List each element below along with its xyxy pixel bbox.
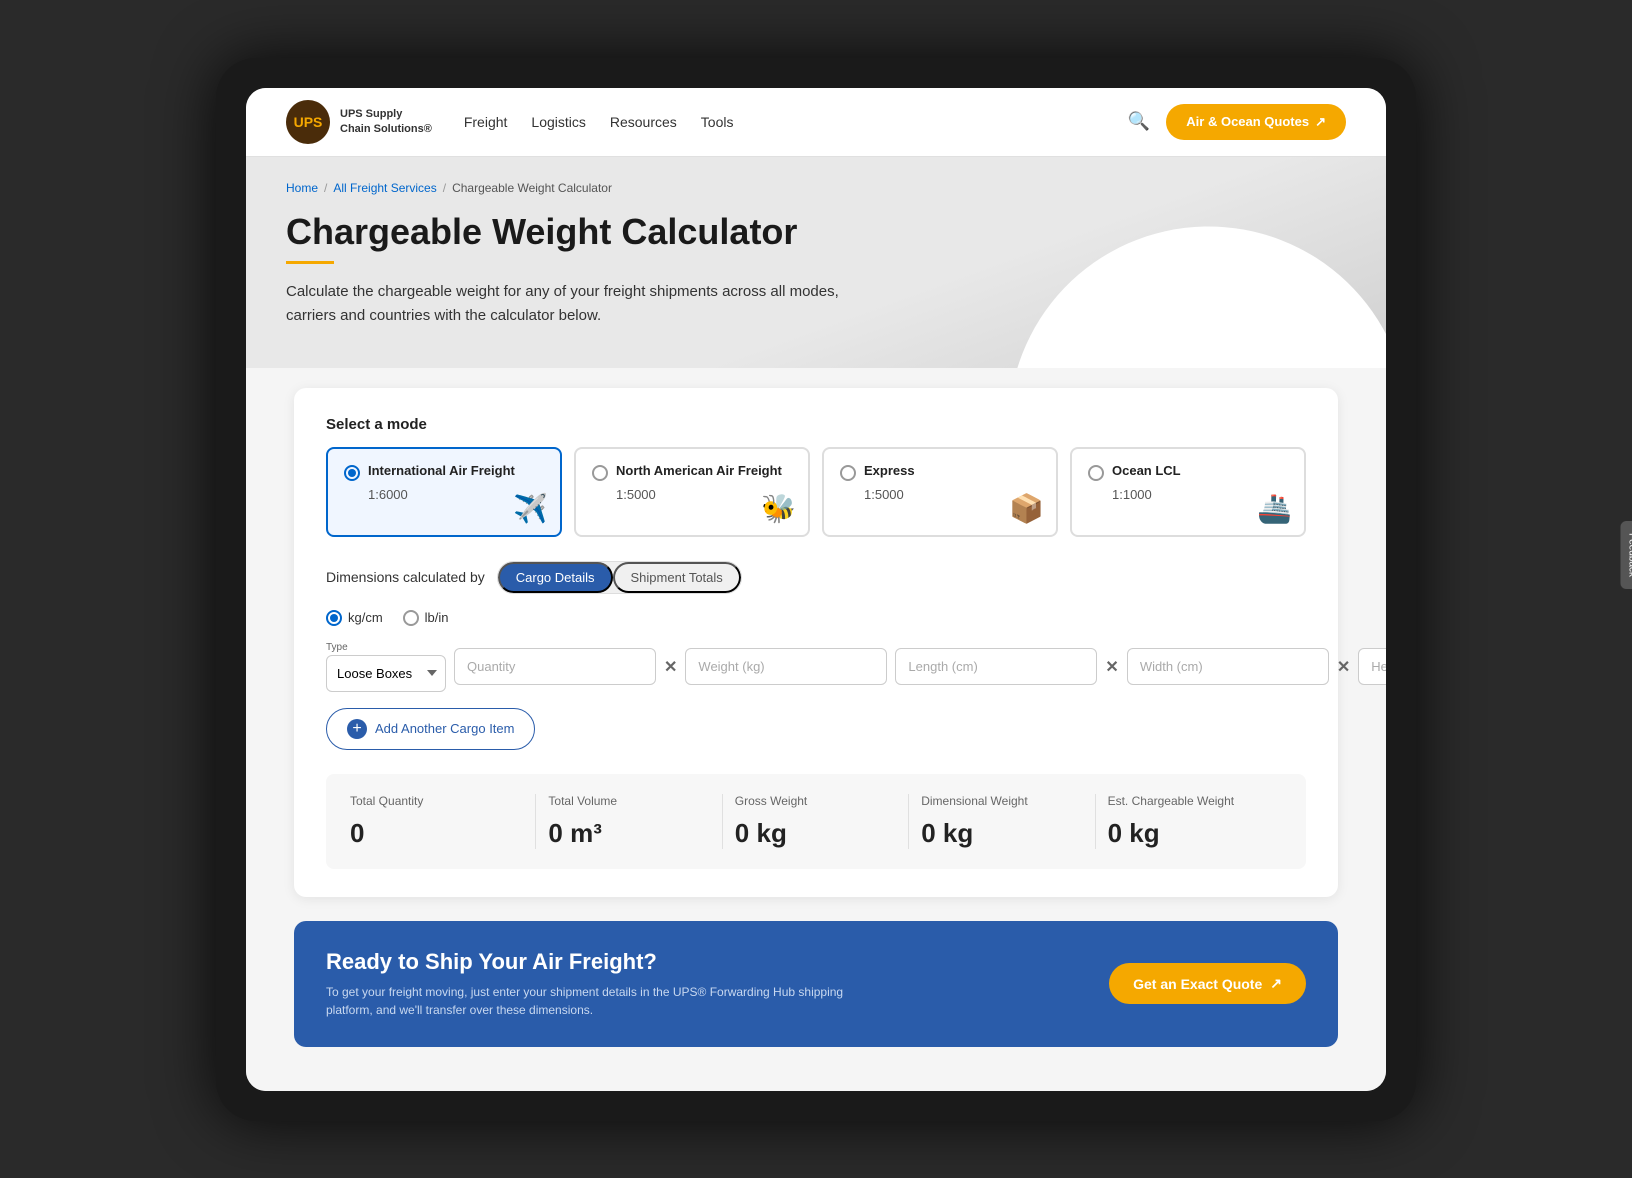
hero-description: Calculate the chargeable weight for any … xyxy=(286,280,846,328)
unit-radio-lbin xyxy=(403,610,419,626)
nav-links: Freight Logistics Resources Tools xyxy=(464,114,734,130)
ship-icon: 🚢 xyxy=(1257,492,1292,525)
breadcrumb-all-freight[interactable]: All Freight Services xyxy=(333,181,436,195)
unit-radio-kgcm xyxy=(326,610,342,626)
plane-icon: ✈️ xyxy=(513,492,548,525)
mode-card-express[interactable]: Express 1:5000 📦 xyxy=(822,447,1058,537)
total-volume-cell: Total Volume 0 m³ xyxy=(536,794,722,849)
dimensions-label: Dimensions calculated by xyxy=(326,569,485,585)
screen: UPS UPS Supply Chain Solutions® Freight … xyxy=(246,88,1386,1091)
bottom-spacer xyxy=(270,1071,1362,1091)
type-select-wrapper: Type Loose Boxes Pallets Crates xyxy=(326,642,446,692)
quantity-input[interactable] xyxy=(454,648,656,685)
cta-banner: Ready to Ship Your Air Freight? To get y… xyxy=(294,921,1338,1047)
gross-weight-value: 0 kg xyxy=(735,818,896,849)
chargeable-weight-value: 0 kg xyxy=(1108,818,1270,849)
mode-cards: International Air Freight 1:6000 ✈️ Nort… xyxy=(326,447,1306,537)
cta-banner-text: Ready to Ship Your Air Freight? To get y… xyxy=(326,949,846,1019)
device-frame: UPS UPS Supply Chain Solutions® Freight … xyxy=(216,58,1416,1121)
breadcrumb-current: Chargeable Weight Calculator xyxy=(452,181,612,195)
type-dropdown[interactable]: Loose Boxes Pallets Crates xyxy=(326,655,446,692)
unit-row: kg/cm lb/in xyxy=(326,610,1306,626)
navbar-left: UPS UPS Supply Chain Solutions® Freight … xyxy=(286,100,733,144)
express-icon: 📦 xyxy=(1009,492,1044,525)
bee-icon-na: 🐝 xyxy=(761,492,796,525)
chargeable-weight-header: Est. Chargeable Weight xyxy=(1108,794,1270,808)
total-volume-header: Total Volume xyxy=(548,794,709,808)
weight-input[interactable] xyxy=(685,648,887,685)
nav-link-resources[interactable]: Resources xyxy=(610,114,677,130)
dimensions-toggle-group: Cargo Details Shipment Totals xyxy=(497,561,742,594)
type-label: Type xyxy=(326,642,446,653)
navbar-right: 🔍 Air & Ocean Quotes ↗ xyxy=(1128,104,1346,140)
logo-text: UPS Supply Chain Solutions® xyxy=(340,107,432,136)
mode-section-label: Select a mode xyxy=(326,416,1306,433)
hero-section: Home / All Freight Services / Chargeable… xyxy=(246,157,1386,368)
multiply-x-1: ✕ xyxy=(664,657,677,677)
external-link-icon: ↗ xyxy=(1315,114,1326,130)
toggle-cargo-details[interactable]: Cargo Details xyxy=(498,562,613,593)
add-circle-icon: + xyxy=(347,719,367,739)
toggle-shipment-totals[interactable]: Shipment Totals xyxy=(613,562,741,593)
unit-lbin[interactable]: lb/in xyxy=(403,610,449,626)
search-button[interactable]: 🔍 xyxy=(1128,111,1150,132)
total-quantity-header: Total Quantity xyxy=(350,794,523,808)
ups-logo: UPS xyxy=(286,100,330,144)
feedback-tab[interactable]: Feedback xyxy=(1621,521,1632,589)
gross-weight-cell: Gross Weight 0 kg xyxy=(723,794,909,849)
mode-card-ocean-lcl[interactable]: Ocean LCL 1:1000 🚢 xyxy=(1070,447,1306,537)
total-quantity-value: 0 xyxy=(350,818,523,849)
navbar: UPS UPS Supply Chain Solutions® Freight … xyxy=(246,88,1386,157)
mode-radio-express xyxy=(840,465,856,481)
dimensional-weight-header: Dimensional Weight xyxy=(921,794,1082,808)
mode-name-ocean-lcl: Ocean LCL xyxy=(1112,463,1288,478)
nav-link-tools[interactable]: Tools xyxy=(701,114,734,130)
cargo-fields: Type Loose Boxes Pallets Crates ✕ ✕ ✕ xyxy=(326,642,1306,692)
get-exact-quote-button[interactable]: Get an Exact Quote ↗ xyxy=(1109,963,1306,1004)
width-input[interactable] xyxy=(1127,648,1329,685)
total-quantity-cell: Total Quantity 0 xyxy=(350,794,536,849)
gross-weight-header: Gross Weight xyxy=(735,794,896,808)
mode-name-international: International Air Freight xyxy=(368,463,544,478)
external-link-icon-banner: ↗ xyxy=(1270,975,1282,992)
calculator-section: Select a mode International Air Freight … xyxy=(294,388,1338,897)
dimensional-weight-cell: Dimensional Weight 0 kg xyxy=(909,794,1095,849)
unit-kgcm[interactable]: kg/cm xyxy=(326,610,383,626)
air-ocean-quotes-button[interactable]: Air & Ocean Quotes ↗ xyxy=(1166,104,1346,140)
add-cargo-label: Add Another Cargo Item xyxy=(375,721,514,736)
breadcrumb-home[interactable]: Home xyxy=(286,181,318,195)
height-input[interactable] xyxy=(1358,648,1386,685)
mode-radio-ocean-lcl xyxy=(1088,465,1104,481)
length-input[interactable] xyxy=(895,648,1097,685)
cta-banner-title: Ready to Ship Your Air Freight? xyxy=(326,949,846,975)
mode-radio-north-american xyxy=(592,465,608,481)
total-volume-value: 0 m³ xyxy=(548,818,709,849)
nav-link-logistics[interactable]: Logistics xyxy=(531,114,585,130)
mode-name-north-american: North American Air Freight xyxy=(616,463,792,478)
nav-link-freight[interactable]: Freight xyxy=(464,114,508,130)
mode-card-international[interactable]: International Air Freight 1:6000 ✈️ xyxy=(326,447,562,537)
chargeable-weight-cell: Est. Chargeable Weight 0 kg xyxy=(1096,794,1282,849)
ups-logo-text: UPS xyxy=(294,114,323,130)
multiply-x-3: ✕ xyxy=(1337,657,1350,677)
cta-banner-description: To get your freight moving, just enter y… xyxy=(326,983,846,1019)
page-title: Chargeable Weight Calculator xyxy=(286,211,1346,253)
dimensional-weight-value: 0 kg xyxy=(921,818,1082,849)
breadcrumb: Home / All Freight Services / Chargeable… xyxy=(286,181,1346,195)
multiply-x-2: ✕ xyxy=(1105,657,1118,677)
mode-card-north-american[interactable]: North American Air Freight 1:5000 🐝 xyxy=(574,447,810,537)
mode-radio-international xyxy=(344,465,360,481)
mode-name-express: Express xyxy=(864,463,1040,478)
add-cargo-button[interactable]: + Add Another Cargo Item xyxy=(326,708,535,750)
title-underline xyxy=(286,261,334,264)
dimensions-row: Dimensions calculated by Cargo Details S… xyxy=(326,561,1306,594)
totals-table: Total Quantity 0 Total Volume 0 m³ Gross… xyxy=(326,774,1306,869)
logo-area: UPS UPS Supply Chain Solutions® xyxy=(286,100,432,144)
